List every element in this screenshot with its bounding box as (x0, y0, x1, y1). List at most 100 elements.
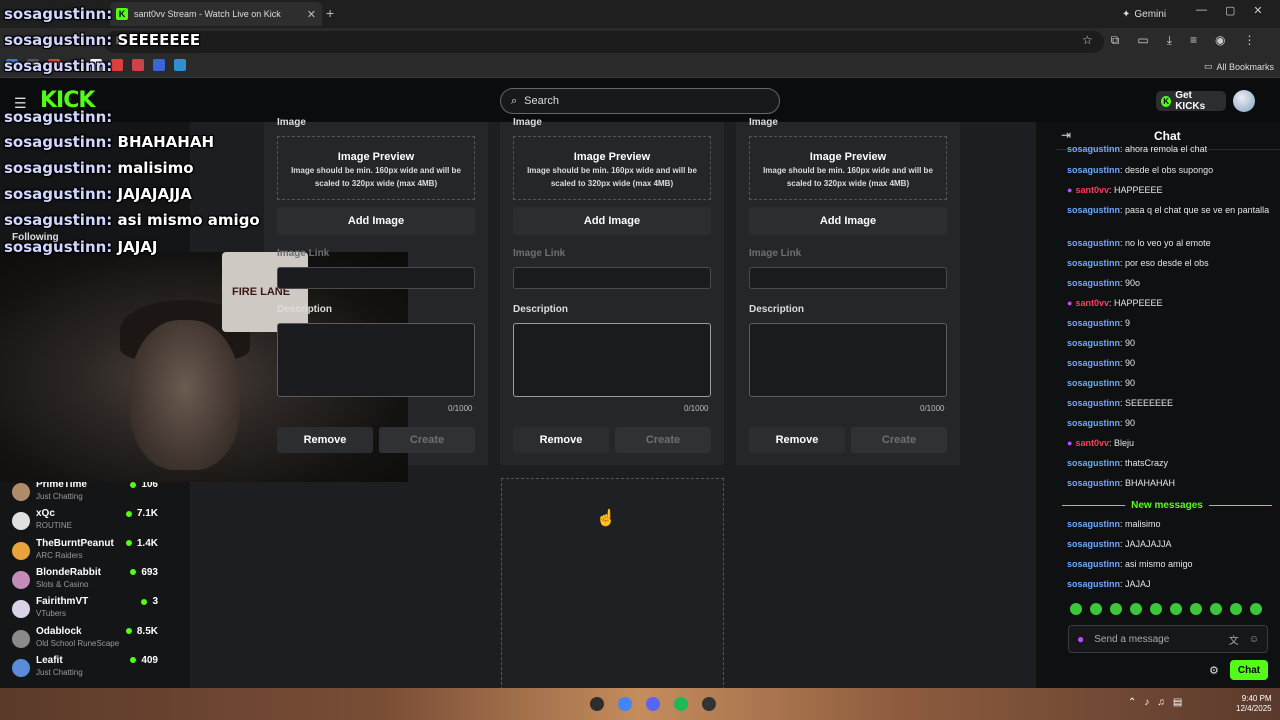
chat-username[interactable]: sosagustinn (1067, 458, 1120, 468)
chat-username[interactable]: sosagustinn (1067, 559, 1120, 569)
sidebar-channel-row[interactable]: Odablock Old School RuneScape 8.5K (10, 626, 180, 654)
reading-list-icon[interactable]: ≡ (1190, 33, 1197, 48)
omnibox[interactable]: ki (104, 31, 1104, 53)
bookmark-icon[interactable] (111, 59, 123, 71)
create-button[interactable]: Create (615, 427, 711, 453)
chat-username[interactable]: sosagustinn (1067, 338, 1120, 348)
chat-send-button[interactable]: Chat (1230, 660, 1268, 680)
chat-username[interactable]: sosagustinn (1067, 478, 1120, 488)
minimize-icon[interactable]: — (1196, 4, 1207, 17)
download-icon[interactable]: ⤓ (1167, 33, 1172, 48)
emote-icon[interactable] (1130, 603, 1142, 615)
chat-username[interactable]: sosagustinn (1067, 258, 1120, 268)
chat-username[interactable]: sosagustinn (1067, 579, 1120, 589)
profile-icon[interactable]: ◉ (1215, 33, 1225, 48)
bookmark-icon[interactable] (174, 59, 186, 71)
translate-icon[interactable]: 文 (1229, 632, 1239, 647)
emote-icon[interactable] (1090, 603, 1102, 615)
extensions-icon[interactable]: ⧉ (1111, 33, 1120, 48)
chat-username[interactable]: sant0vv (1075, 185, 1109, 195)
emote-icon[interactable] (1070, 603, 1082, 615)
add-image-button[interactable]: Add Image (277, 207, 475, 235)
description-textarea[interactable] (749, 323, 947, 397)
channel-category: Just Chatting (36, 667, 83, 677)
chat-username[interactable]: sosagustinn (1067, 519, 1120, 529)
bookmark-star-icon[interactable]: ☆ (1082, 33, 1093, 48)
add-image-button[interactable]: Add Image (513, 207, 711, 235)
channel-category: Just Chatting (36, 492, 83, 501)
chat-username[interactable]: sosagustinn (1067, 144, 1120, 154)
sidebar-channel-row[interactable]: FairithmVT VTubers 3 (10, 596, 180, 624)
bookmark-icon[interactable] (153, 59, 165, 71)
microphone-icon[interactable]: ● (1077, 632, 1084, 646)
emote-icon[interactable] (1110, 603, 1122, 615)
image-preview-dropzone[interactable]: Image Preview Image should be min. 160px … (749, 136, 947, 200)
create-button[interactable]: Create (379, 427, 475, 453)
maximize-icon[interactable]: ▢ (1225, 4, 1235, 17)
chat-settings-gear-icon[interactable]: ⚙ (1209, 664, 1219, 677)
chat-username[interactable]: sosagustinn (1067, 358, 1120, 368)
chat-username[interactable]: sosagustinn (1067, 539, 1120, 549)
chat-username[interactable]: sosagustinn (1067, 278, 1120, 288)
description-textarea[interactable] (277, 323, 475, 397)
volume-icon[interactable]: ♪ (1144, 697, 1149, 708)
emote-icon[interactable] (1230, 603, 1242, 615)
remove-button[interactable]: Remove (513, 427, 609, 453)
close-window-icon[interactable]: ✕ (1253, 4, 1262, 17)
browser-menu-icon[interactable]: ⋮ (1244, 33, 1256, 48)
chat-username[interactable]: sant0vv (1075, 438, 1109, 448)
sidebar-channel-row[interactable]: TheBurntPeanut ARC Raiders 1.4K (10, 538, 180, 566)
sidebar-channel-row[interactable]: BlondeRabbit Slots & Casino 693 (10, 567, 180, 595)
image-label: Image (749, 117, 778, 128)
emote-icon[interactable] (1170, 603, 1182, 615)
search-input[interactable]: ⌕ Search (500, 88, 780, 114)
image-link-input[interactable] (277, 267, 475, 289)
bookmark-icon[interactable] (132, 59, 144, 71)
obs-icon[interactable] (702, 697, 716, 711)
taskbar-clock[interactable]: 9:40 PM 12/4/2025 (1236, 694, 1272, 714)
emote-icon[interactable] (1210, 603, 1222, 615)
chat-username[interactable]: sosagustinn (1067, 165, 1120, 175)
all-bookmarks-button[interactable]: ▭ All Bookmarks (1204, 61, 1274, 72)
emote-icon[interactable] (1250, 603, 1262, 615)
search-taskbar-icon[interactable] (590, 697, 604, 711)
chat-username[interactable]: sosagustinn (1067, 418, 1120, 428)
tab-close-icon[interactable]: ✕ (307, 8, 316, 21)
folder-icon: ▭ (1204, 61, 1213, 71)
sidebar-channel-row[interactable]: PrimeTime Just Chatting 106 (10, 479, 180, 507)
chrome-icon[interactable] (618, 697, 632, 711)
image-preview-dropzone[interactable]: Image Preview Image should be min. 160px … (513, 136, 711, 200)
chat-username[interactable]: sosagustinn (1067, 398, 1120, 408)
cast-icon[interactable]: ▭ (1137, 33, 1148, 48)
chat-username[interactable]: sosagustinn (1067, 238, 1120, 248)
user-avatar[interactable] (1233, 90, 1255, 112)
remove-button[interactable]: Remove (749, 427, 845, 453)
spotify-icon[interactable] (674, 697, 688, 711)
mic-tray-icon[interactable]: ♫ (1157, 697, 1165, 708)
collapse-chat-icon[interactable]: ⇥ (1061, 128, 1071, 142)
emote-icon[interactable] (1150, 603, 1162, 615)
description-textarea[interactable] (513, 323, 711, 397)
remove-button[interactable]: Remove (277, 427, 373, 453)
add-image-button[interactable]: Add Image (749, 207, 947, 235)
chat-username[interactable]: sosagustinn (1067, 378, 1120, 388)
chat-message-input[interactable]: ● Send a message 文 ☺ (1068, 625, 1268, 653)
browser-tab[interactable]: K sant0vv Stream - Watch Live on Kick ✕ (110, 2, 322, 26)
chat-username[interactable]: sosagustinn (1067, 318, 1120, 328)
image-preview-dropzone[interactable]: Image Preview Image should be min. 160px … (277, 136, 475, 200)
get-kicks-button[interactable]: K Get KICKs (1156, 90, 1226, 112)
gemini-button[interactable]: ✦ Gemini (1122, 6, 1166, 22)
emote-icon[interactable] (1190, 603, 1202, 615)
image-link-input[interactable] (749, 267, 947, 289)
discord-icon[interactable] (646, 697, 660, 711)
tray-chevron-icon[interactable]: ⌃ (1128, 697, 1136, 708)
new-tab-button[interactable]: + (326, 5, 334, 21)
chat-username[interactable]: sant0vv (1075, 298, 1109, 308)
create-button[interactable]: Create (851, 427, 947, 453)
sidebar-channel-row[interactable]: xQc ROUTINE 7.1K (10, 508, 180, 536)
chat-username[interactable]: sosagustinn (1067, 205, 1120, 215)
sidebar-channel-row[interactable]: Leafit Just Chatting 409 (10, 655, 180, 683)
emoji-icon[interactable]: ☺ (1249, 634, 1259, 645)
network-icon[interactable]: ▤ (1173, 697, 1182, 708)
image-link-input[interactable] (513, 267, 711, 289)
